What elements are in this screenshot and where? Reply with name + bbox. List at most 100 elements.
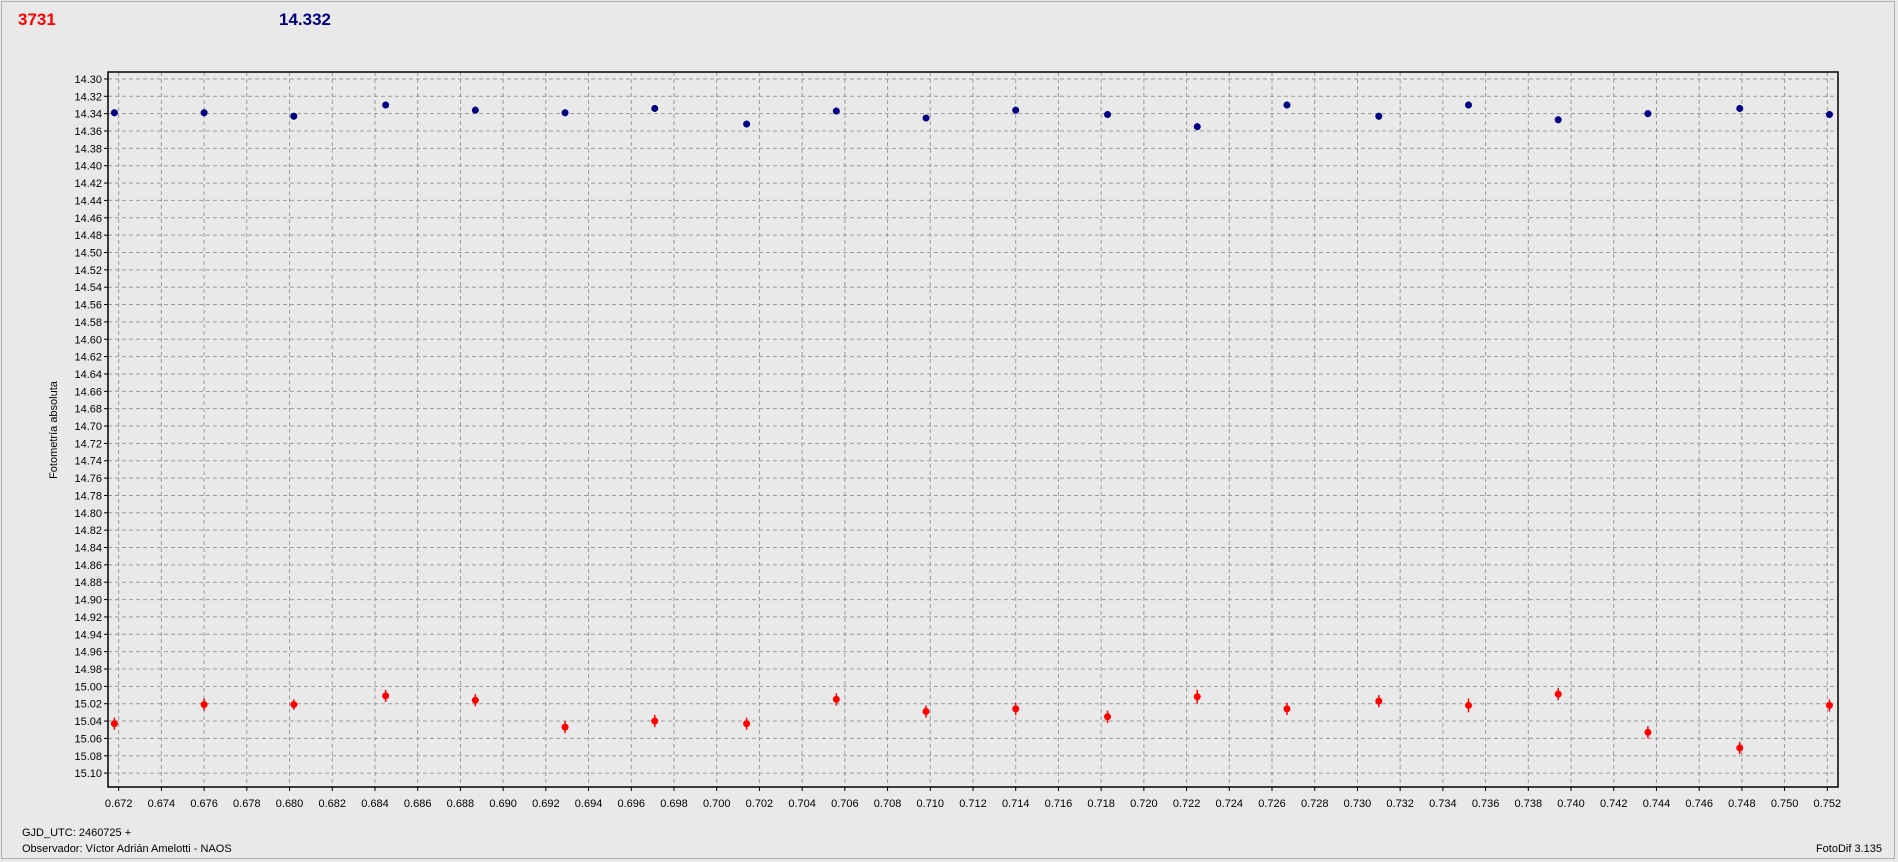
data-point (561, 723, 569, 731)
x-tick-label: 0.738 (1515, 798, 1543, 810)
data-point (743, 120, 751, 128)
x-tick-label: 0.708 (874, 798, 902, 810)
data-point (651, 104, 659, 112)
data-point (1825, 701, 1833, 709)
y-tick-label: 14.96 (74, 647, 102, 659)
data-point (1193, 123, 1201, 131)
data-point (1736, 104, 1744, 112)
data-point (200, 701, 208, 709)
x-tick-label: 0.726 (1258, 798, 1286, 810)
y-tick-label: 14.76 (74, 473, 102, 485)
data-point (1554, 116, 1562, 124)
x-tick-label: 0.736 (1472, 798, 1500, 810)
data-point (200, 109, 208, 117)
y-tick-label: 14.38 (74, 143, 102, 155)
y-tick-label: 15.02 (74, 699, 102, 711)
y-tick-label: 14.86 (74, 560, 102, 572)
y-tick-label: 14.30 (74, 74, 102, 86)
y-tick-label: 14.46 (74, 213, 102, 225)
data-point (922, 114, 930, 122)
y-tick-label: 14.32 (74, 91, 102, 103)
data-point (743, 720, 751, 728)
data-point (1825, 111, 1833, 119)
x-tick-label: 0.682 (318, 798, 346, 810)
y-tick-label: 14.60 (74, 334, 102, 346)
y-tick-label: 14.68 (74, 404, 102, 416)
y-tick-label: 14.98 (74, 664, 102, 676)
y-tick-label: 14.48 (74, 230, 102, 242)
x-tick-label: 0.684 (361, 798, 389, 810)
y-tick-label: 14.78 (74, 490, 102, 502)
y-tick-label: 14.34 (74, 109, 102, 121)
y-tick-label: 15.04 (74, 716, 102, 728)
y-tick-label: 14.72 (74, 438, 102, 450)
gjd-label: GJD_UTC: 2460725 + (22, 827, 132, 839)
x-tick-label: 0.690 (489, 798, 517, 810)
x-tick-label: 0.748 (1728, 798, 1756, 810)
x-tick-label: 0.702 (746, 798, 774, 810)
chart: 14.30 14.32 14.34 14.36 14.38 14.40 14.42 14.44… (48, 71, 1841, 810)
x-tick-label: 0.706 (831, 798, 859, 810)
data-point (1644, 728, 1652, 736)
data-point (1283, 705, 1291, 713)
y-tick-label: 14.64 (74, 369, 102, 381)
x-tick-label: 0.714 (1002, 798, 1030, 810)
data-point (561, 109, 569, 117)
data-point (1375, 112, 1383, 120)
data-point (290, 112, 298, 120)
x-tick-label: 0.678 (233, 798, 261, 810)
x-tick-label: 0.722 (1173, 798, 1201, 810)
y-axis-label: Fotometría absoluta (48, 380, 60, 479)
y-tick-label: 14.88 (74, 577, 102, 589)
x-tick-label: 0.674 (148, 798, 176, 810)
x-tick-label: 0.720 (1130, 798, 1158, 810)
y-tick-label: 14.56 (74, 300, 102, 312)
x-tick-label: 0.742 (1600, 798, 1628, 810)
x-tick-label: 0.730 (1344, 798, 1372, 810)
x-tick-label: 0.750 (1771, 798, 1799, 810)
y-tick-label: 14.50 (74, 247, 102, 259)
y-tick-label: 15.00 (74, 681, 102, 693)
data-point (1012, 106, 1020, 114)
data-point (922, 708, 930, 716)
y-tick-label: 14.54 (74, 282, 102, 294)
x-tick-label: 0.700 (703, 798, 731, 810)
x-tick-label: 0.710 (917, 798, 945, 810)
x-tick-label: 0.740 (1557, 798, 1585, 810)
data-point (471, 106, 479, 114)
x-tick-label: 0.704 (788, 798, 816, 810)
observer-label: Observador: Víctor Adrián Amelotti - NAO… (22, 843, 232, 855)
x-tick-label: 0.672 (105, 798, 133, 810)
x-tick-label: 0.716 (1045, 798, 1073, 810)
data-point (382, 101, 390, 109)
x-tick-label: 0.712 (959, 798, 987, 810)
data-point (832, 695, 840, 703)
y-tick-label: 14.74 (74, 456, 102, 468)
y-tick-label: 15.10 (74, 768, 102, 780)
data-point (1736, 744, 1744, 752)
y-tick-label: 14.92 (74, 612, 102, 624)
data-point (110, 109, 118, 117)
y-tick-label: 14.80 (74, 508, 102, 520)
x-tick-label: 0.688 (447, 798, 475, 810)
x-tick-label: 0.718 (1087, 798, 1115, 810)
y-tick-label: 14.42 (74, 178, 102, 190)
x-tick-label: 0.734 (1429, 798, 1457, 810)
y-tick-label: 14.66 (74, 386, 102, 398)
data-point (651, 717, 659, 725)
version-label: FotoDif 3.135 (1815, 843, 1882, 855)
y-tick-label: 14.40 (74, 161, 102, 173)
y-tick-label: 14.62 (74, 352, 102, 364)
y-tick-label: 14.36 (74, 126, 102, 138)
data-point (1465, 101, 1473, 109)
y-tick-label: 15.08 (74, 751, 102, 763)
x-tick-label: 0.694 (575, 798, 603, 810)
data-point (1104, 713, 1112, 721)
x-tick-label: 0.724 (1216, 798, 1244, 810)
y-tick-label: 14.94 (74, 629, 102, 641)
y-tick-label: 15.06 (74, 733, 102, 745)
y-tick-label: 14.84 (74, 543, 102, 555)
data-point (1375, 697, 1383, 705)
y-tick-label: 14.44 (74, 195, 102, 207)
x-tick-label: 0.746 (1685, 798, 1713, 810)
